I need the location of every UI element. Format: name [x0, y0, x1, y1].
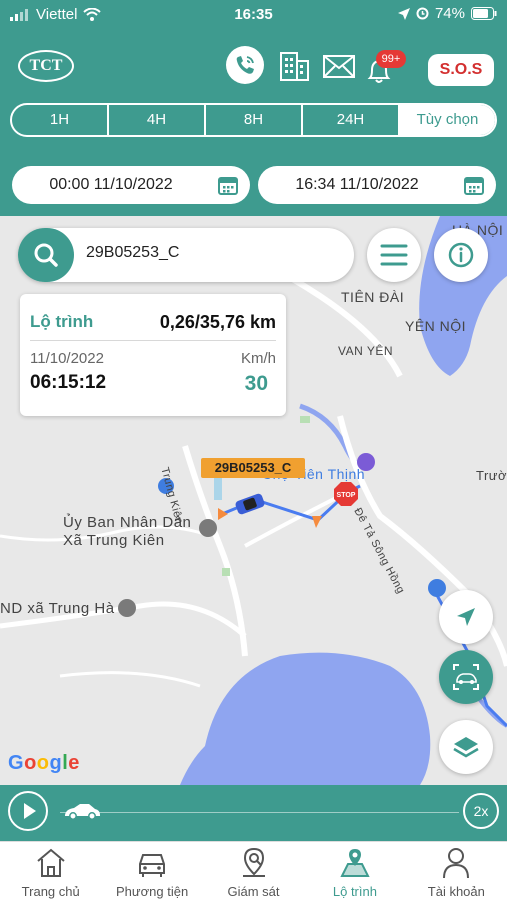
place-label: Xã Trung Kiên — [63, 532, 165, 549]
speed-unit: Km/h — [240, 350, 276, 367]
route-distance: 0,26/35,76 km — [159, 312, 276, 332]
search-icon — [34, 243, 58, 267]
route-map-icon — [340, 849, 370, 877]
government-building-icon[interactable] — [118, 599, 136, 617]
mail-icon[interactable] — [322, 50, 356, 82]
car-focus-icon — [453, 664, 479, 690]
nav-label: Lộ trình — [332, 884, 377, 899]
direction-arrow-icon — [312, 516, 322, 528]
speed-value: 30 — [244, 372, 268, 395]
tab-8h[interactable]: 8H — [206, 105, 303, 135]
road — [59, 671, 201, 688]
notification-badge: 99+ — [376, 50, 406, 68]
playback-speed-button[interactable]: 2x — [463, 793, 499, 829]
park — [222, 568, 230, 576]
status-bar: Viettel 16:35 74% — [0, 0, 507, 32]
place-label: Ủy Ban Nhân Dân — [63, 514, 192, 531]
building-icon[interactable] — [278, 50, 312, 82]
playback-bar: 2x — [0, 785, 507, 841]
end-date-field[interactable]: 16:34 11/10/2022 — [258, 166, 496, 204]
google-logo: Google — [8, 752, 80, 774]
tab-4h[interactable]: 4H — [109, 105, 206, 135]
navigation-arrow-icon — [457, 608, 475, 626]
lake-water — [180, 652, 431, 785]
direction-arrow-icon — [218, 508, 228, 520]
monitor-pin-icon — [242, 847, 265, 877]
nav-label: Giám sát — [227, 884, 280, 899]
government-building-icon[interactable] — [199, 519, 217, 537]
place-label: YÊN NỘI — [405, 318, 467, 334]
calendar-icon — [218, 177, 238, 195]
tab-custom[interactable]: Tùy chọn — [400, 105, 495, 135]
map-layers-button[interactable] — [439, 720, 493, 774]
place-label: VAN YÊN — [338, 344, 394, 358]
car-icon — [139, 854, 166, 877]
sos-button[interactable]: S.O.S — [428, 54, 494, 86]
svg-text:STOP: STOP — [337, 492, 356, 499]
tab-24h[interactable]: 24H — [303, 105, 400, 135]
start-flag-icon — [214, 478, 222, 500]
menu-icon — [380, 244, 408, 266]
nav-route[interactable]: Lộ trình — [304, 842, 405, 900]
place-label: ND xã Trung Hà — [0, 600, 115, 617]
playback-car-icon[interactable] — [62, 801, 102, 821]
park — [300, 416, 310, 423]
navigate-button[interactable] — [439, 590, 493, 644]
route-label: Lộ trình — [30, 312, 94, 331]
battery-icon — [471, 7, 497, 20]
header: TCT 99+ S.O.S 1H 4H 8H 24H Tùy chọn 00:0… — [0, 32, 507, 216]
playback-track[interactable] — [60, 812, 459, 813]
nav-label: Phương tiện — [116, 884, 189, 899]
info-icon — [448, 242, 474, 268]
logo: TCT — [18, 50, 74, 82]
info-button[interactable] — [434, 228, 488, 282]
play-icon — [24, 803, 36, 819]
start-date-value: 00:00 11/10/2022 — [49, 176, 173, 193]
nav-account[interactable]: Tài khoản — [406, 842, 507, 900]
bottom-nav: Trang chủ Phương tiện Giám sát Lộ trình — [0, 841, 507, 900]
start-date-field[interactable]: 00:00 11/10/2022 — [12, 166, 250, 204]
play-button[interactable] — [8, 791, 48, 831]
vehicle-car-icon[interactable] — [234, 493, 265, 516]
layers-icon — [453, 737, 479, 758]
nav-monitoring[interactable]: Giám sát — [203, 842, 304, 900]
search-button[interactable] — [18, 228, 74, 282]
end-date-value: 16:34 11/10/2022 — [295, 176, 419, 193]
user-icon — [443, 848, 470, 879]
menu-button[interactable] — [367, 228, 421, 282]
place-label: Trườ — [476, 468, 507, 483]
place-label: TIÊN ĐÀI — [341, 289, 405, 305]
nav-label: Tài khoản — [427, 884, 485, 899]
nav-label: Trang chủ — [21, 884, 80, 899]
call-button[interactable] — [226, 46, 264, 84]
tab-1h[interactable]: 1H — [12, 105, 109, 135]
phone-icon — [236, 56, 254, 74]
map-view[interactable]: STOP HÀ NỘI TIÊN ĐÀI YÊN NỘI VAN YÊN Tru… — [0, 216, 507, 785]
alarm-icon — [416, 7, 429, 20]
route-info-card: Lộ trình 0,26/35,76 km 11/10/2022 06:15:… — [20, 294, 286, 416]
vehicle-plate-label: 29B05253_C — [201, 458, 305, 478]
vehicle-search-bar[interactable]: 29B05253_C — [18, 228, 354, 282]
search-value: 29B05253_C — [86, 244, 180, 261]
nav-home[interactable]: Trang chủ — [0, 842, 101, 900]
route-time: 06:15:12 — [30, 372, 107, 393]
home-icon — [37, 848, 65, 877]
nav-vehicles[interactable]: Phương tiện — [101, 842, 202, 900]
time-range-tabs: 1H 4H 8H 24H Tùy chọn — [10, 103, 497, 137]
route-date: 11/10/2022 — [30, 350, 104, 367]
location-arrow-icon — [397, 7, 410, 20]
divider — [30, 340, 276, 341]
battery-percent: 74% — [434, 5, 465, 22]
calendar-icon — [464, 177, 484, 195]
follow-vehicle-button[interactable] — [439, 650, 493, 704]
